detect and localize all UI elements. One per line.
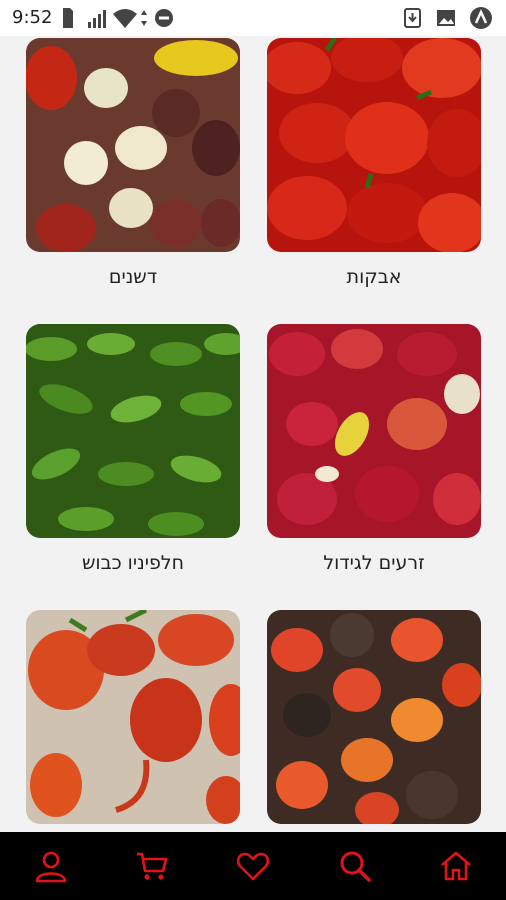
status-time: 9:52 (12, 7, 53, 28)
image-icon (437, 10, 455, 26)
category-label[interactable]: חלפיניו כבוש (26, 552, 240, 574)
data-arrows-icon (141, 10, 147, 26)
category-tile[interactable] (267, 610, 481, 824)
category-label[interactable]: דשנים (26, 266, 240, 288)
download-icon (404, 8, 421, 28)
category-label[interactable]: זרעים לגידול (267, 552, 481, 574)
user-icon[interactable] (34, 849, 68, 883)
heart-icon[interactable] (236, 849, 270, 883)
green-jalapenos-photo (26, 324, 240, 538)
cart-icon[interactable] (135, 849, 169, 883)
category-grid: אבקות דשנים זרעים לגידול חלפיניו כבוש (0, 36, 506, 832)
category-tile-powders[interactable] (267, 38, 481, 252)
bottom-navigation (0, 832, 506, 900)
search-icon[interactable] (338, 849, 372, 883)
category-tile[interactable] (26, 610, 240, 824)
category-tile-seeds[interactable] (267, 324, 481, 538)
orange-chocolate-peppers-photo (267, 610, 481, 824)
do-not-disturb-icon (155, 9, 173, 27)
signal-icon (88, 10, 106, 28)
red-yellow-peppers-photo (267, 324, 481, 538)
category-tile-pickled-jalapeno[interactable] (26, 324, 240, 538)
status-bar: 9:52 (0, 0, 506, 36)
wifi-icon (113, 9, 137, 28)
mixed-peppers-photo (26, 38, 240, 252)
reaper-peppers-photo (26, 610, 240, 824)
app-icon (470, 7, 492, 29)
category-tile-fertilizers[interactable] (26, 38, 240, 252)
home-icon[interactable] (439, 849, 473, 883)
category-label[interactable]: אבקות (267, 266, 481, 288)
red-peppers-photo (267, 38, 481, 252)
sd-card-icon (63, 8, 73, 28)
